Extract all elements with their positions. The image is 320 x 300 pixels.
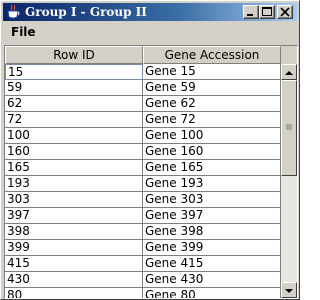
table-row[interactable]: 100 Gene 100 [5,128,281,144]
column-header-gene-accession[interactable]: Gene Accession [143,46,281,64]
table-row[interactable]: 399 Gene 399 [5,240,281,256]
table-corner [281,46,297,64]
gene-accession-cell[interactable]: Gene 15 [143,64,281,80]
table-row[interactable]: 62 Gene 62 [5,96,281,112]
row-id-cell[interactable]: 193 [5,176,143,192]
table-row[interactable]: 160 Gene 160 [5,144,281,160]
row-id-cell[interactable]: 15 [5,64,143,80]
scroll-up-button[interactable] [281,64,297,80]
column-header-row-id[interactable]: Row ID [5,46,143,64]
window-title: Group I - Group II [25,5,147,19]
table-row[interactable]: 430 Gene 430 [5,272,281,288]
row-id-cell[interactable]: 398 [5,224,143,240]
row-id-cell[interactable]: 160 [5,144,143,160]
table-row[interactable]: 15 Gene 15 [5,64,281,80]
table-row[interactable]: 165 Gene 165 [5,160,281,176]
gene-accession-cell[interactable]: Gene 100 [143,128,281,144]
gene-accession-cell[interactable]: Gene 398 [143,224,281,240]
gene-accession-cell[interactable]: Gene 193 [143,176,281,192]
row-id-cell[interactable]: 415 [5,256,143,272]
maximize-button[interactable] [259,5,275,19]
gene-accession-cell[interactable]: Gene 160 [143,144,281,160]
row-id-cell[interactable]: 72 [5,112,143,128]
gene-accession-cell[interactable]: Gene 62 [143,96,281,112]
row-id-cell[interactable]: 303 [5,192,143,208]
table-row[interactable]: 303 Gene 303 [5,192,281,208]
table-header: Row ID Gene Accession [5,46,281,64]
table-row[interactable]: 193 Gene 193 [5,176,281,192]
table-row[interactable]: 80 Gene 80 [5,288,281,298]
gene-accession-cell[interactable]: Gene 59 [143,80,281,96]
app-window: Group I - Group II File Row ID Gene Acce… [0,0,300,300]
gene-accession-cell[interactable]: Gene 165 [143,160,281,176]
vertical-scrollbar[interactable] [281,64,297,298]
table-row[interactable]: 415 Gene 415 [5,256,281,272]
minimize-button[interactable] [243,5,259,19]
row-id-cell[interactable]: 62 [5,96,143,112]
arrow-down-icon [285,289,293,293]
row-id-cell[interactable]: 80 [5,288,143,298]
row-id-cell[interactable]: 399 [5,240,143,256]
table-row[interactable]: 397 Gene 397 [5,208,281,224]
gene-table: Row ID Gene Accession 15 Gene 15 59 Gene… [4,45,298,299]
gene-accession-cell[interactable]: Gene 399 [143,240,281,256]
gene-accession-cell[interactable]: Gene 415 [143,256,281,272]
row-id-cell[interactable]: 397 [5,208,143,224]
close-icon [280,7,290,17]
scroll-down-button[interactable] [281,282,297,298]
close-button[interactable] [277,5,293,19]
table-row[interactable]: 72 Gene 72 [5,112,281,128]
row-id-cell[interactable]: 59 [5,80,143,96]
row-id-cell[interactable]: 430 [5,272,143,288]
gene-accession-cell[interactable]: Gene 80 [143,288,281,298]
gene-accession-cell[interactable]: Gene 303 [143,192,281,208]
arrow-up-icon [285,71,293,75]
menu-bar: File [3,22,297,43]
grip-icon [286,124,292,130]
gene-accession-cell[interactable]: Gene 430 [143,272,281,288]
title-bar[interactable]: Group I - Group II [3,3,297,21]
scroll-thumb[interactable] [281,80,297,176]
menu-file[interactable]: File [11,25,36,40]
java-coffee-cup-icon [6,4,20,20]
row-id-cell[interactable]: 165 [5,160,143,176]
gene-accession-cell[interactable]: Gene 72 [143,112,281,128]
table-row[interactable]: 398 Gene 398 [5,224,281,240]
minimize-icon [247,14,253,16]
maximize-icon [262,7,272,16]
gene-accession-cell[interactable]: Gene 397 [143,208,281,224]
table-row[interactable]: 59 Gene 59 [5,80,281,96]
row-id-cell[interactable]: 100 [5,128,143,144]
